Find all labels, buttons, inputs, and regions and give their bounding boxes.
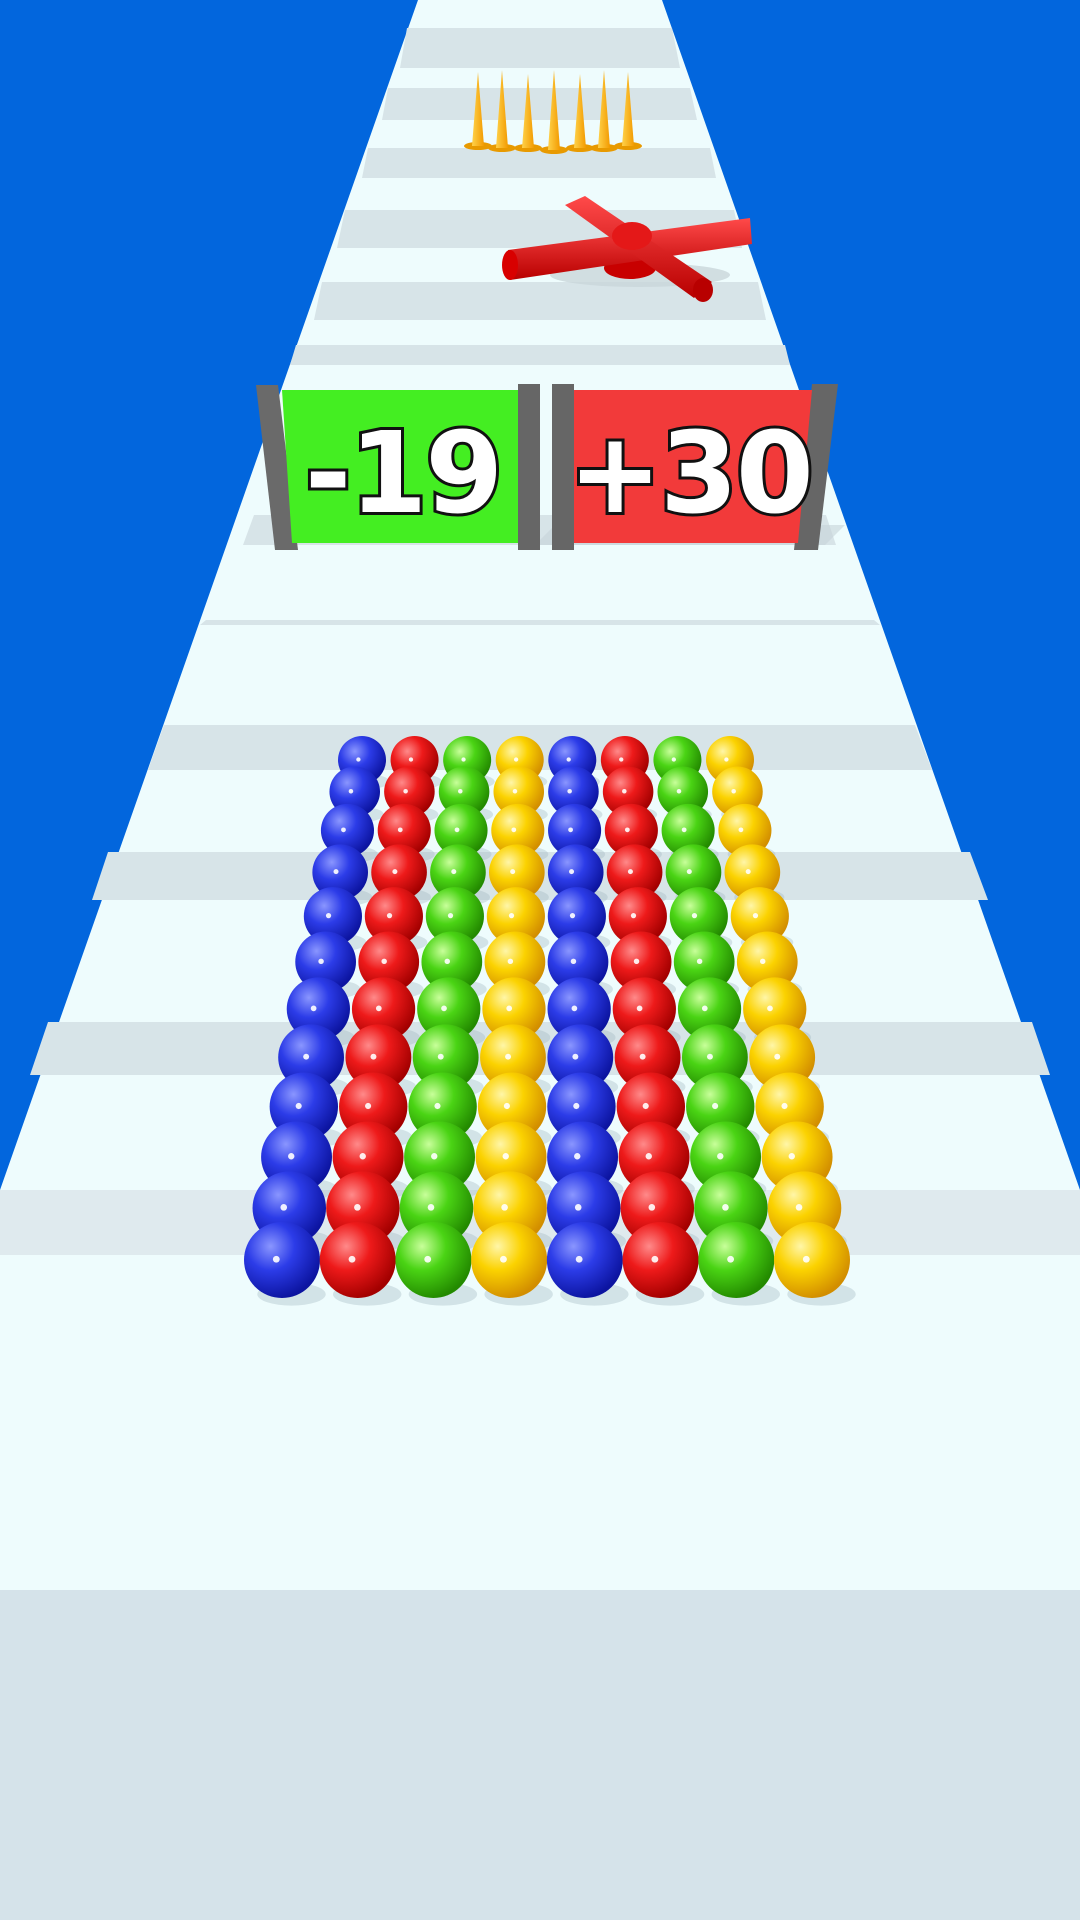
ball-red: [319, 1222, 396, 1298]
ball-yellow: [774, 1222, 850, 1298]
gate-add-label: +30: [568, 409, 812, 539]
game-scene: -19 +30: [0, 0, 1080, 1920]
ball-blue: [546, 1222, 623, 1298]
gate-post-center-left: [518, 384, 540, 550]
ball-crowd: [244, 736, 856, 1306]
gate-subtract-label: -19: [305, 409, 501, 539]
gate-subtract: -19: [282, 390, 518, 543]
ball-yellow: [471, 1222, 548, 1298]
ball-green: [395, 1222, 472, 1298]
ball-green: [698, 1222, 775, 1298]
ball-blue: [244, 1222, 320, 1298]
gate-add: +30: [565, 390, 817, 543]
ball-red: [622, 1222, 699, 1298]
